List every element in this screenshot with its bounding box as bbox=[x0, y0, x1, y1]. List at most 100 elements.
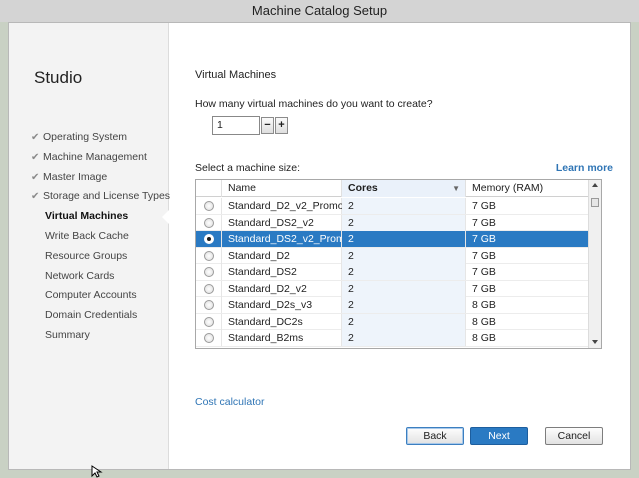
scroll-down-icon[interactable] bbox=[592, 340, 598, 344]
vm-count-input[interactable]: 1 bbox=[212, 116, 260, 135]
row-radio-cell[interactable] bbox=[196, 280, 222, 297]
row-radio-cell[interactable] bbox=[196, 313, 222, 330]
row-radio-cell[interactable] bbox=[196, 198, 222, 214]
sort-down-icon: ▼ bbox=[452, 184, 460, 193]
scroll-thumb[interactable] bbox=[591, 198, 599, 207]
header-memory[interactable]: Memory (RAM) bbox=[466, 180, 589, 197]
table-row[interactable]: Standard_DS2_v2_Promo 2 7 GB bbox=[196, 231, 589, 248]
cancel-button[interactable]: Cancel bbox=[545, 427, 603, 445]
machine-memory: 7 GB bbox=[472, 200, 496, 212]
machine-memory: 7 GB bbox=[472, 282, 496, 295]
checkmark-icon: ✔ bbox=[31, 151, 40, 163]
radio-button[interactable] bbox=[204, 333, 214, 343]
header-cores[interactable]: Cores ▼ bbox=[342, 180, 466, 197]
back-button[interactable]: Back bbox=[406, 427, 464, 445]
radio-button[interactable] bbox=[204, 316, 214, 327]
table-scrollbar[interactable] bbox=[588, 180, 601, 348]
table-row[interactable]: Standard_D2 2 7 GB bbox=[196, 247, 589, 264]
machine-name: Standard_DS2 bbox=[222, 264, 342, 280]
table-row[interactable]: Standard_D2_v2_Promo 2 7 GB bbox=[196, 198, 589, 215]
row-radio-cell[interactable] bbox=[196, 214, 222, 231]
table-row[interactable]: Standard_B2ms 2 8 GB bbox=[196, 330, 589, 347]
machine-memory: 8 GB bbox=[472, 332, 496, 344]
machine-name: Standard_DC2s bbox=[222, 313, 342, 330]
cost-calculator-link[interactable]: Cost calculator bbox=[195, 396, 295, 408]
header-radio-column bbox=[196, 180, 222, 197]
table-row[interactable]: Standard_DS2 2 7 GB bbox=[196, 264, 589, 281]
machine-name: Standard_DS2_v2_Promo bbox=[222, 231, 351, 247]
step-virtual-machines: Virtual Machines bbox=[45, 210, 129, 223]
header-cores-label: Cores bbox=[348, 182, 378, 194]
machine-size-label: Select a machine size: bbox=[195, 162, 301, 174]
table-row[interactable]: Standard_DS2_v2 2 7 GB bbox=[196, 214, 589, 231]
radio-button[interactable] bbox=[204, 267, 214, 277]
checkmark-icon: ✔ bbox=[31, 191, 40, 203]
radio-button[interactable] bbox=[204, 201, 214, 211]
step-master-image[interactable]: ✔ Master Image bbox=[31, 170, 170, 190]
table-row[interactable]: Standard_D2_v2 2 7 GB bbox=[196, 280, 589, 297]
checkmark-icon: ✔ bbox=[31, 132, 40, 143]
machine-cores: 2 bbox=[342, 264, 466, 280]
active-step-pointer-icon bbox=[162, 210, 169, 224]
wizard-sidebar: Studio ✔ Operating System ✔ Machine Manage… bbox=[9, 23, 170, 469]
machine-name: Standard_B2ms bbox=[222, 330, 342, 346]
machine-cores: 2 bbox=[342, 214, 466, 231]
machine-memory: 7 GB bbox=[472, 216, 496, 229]
decrement-button[interactable]: − bbox=[261, 117, 274, 134]
step-storage-license[interactable]: ✔ Storage and License Types bbox=[31, 189, 170, 209]
machine-memory: 7 GB bbox=[472, 266, 496, 278]
machine-cores: 2 bbox=[342, 247, 466, 264]
machine-cores: 2 bbox=[342, 198, 466, 214]
machine-memory: 8 GB bbox=[472, 299, 496, 311]
machine-name: Standard_D2_v2 bbox=[222, 280, 342, 297]
step-label: Master Image bbox=[43, 170, 108, 183]
radio-button[interactable] bbox=[204, 250, 214, 261]
wizard-steps: ✔ Operating System ✔ Machine Management ✔ M… bbox=[31, 130, 170, 348]
radio-button[interactable] bbox=[204, 300, 214, 310]
radio-button[interactable] bbox=[204, 217, 214, 228]
increment-button[interactable]: + bbox=[275, 117, 288, 134]
machine-cores: 2 bbox=[342, 313, 466, 330]
step-summary: Summary bbox=[45, 328, 90, 341]
step-domain-credentials: Domain Credentials bbox=[45, 309, 138, 322]
header-name[interactable]: Name bbox=[222, 180, 342, 197]
step-operating-system[interactable]: ✔ Operating System bbox=[31, 130, 170, 150]
row-radio-cell[interactable] bbox=[196, 247, 222, 264]
table-row[interactable]: Standard_D2s_v3 2 8 GB bbox=[196, 297, 589, 314]
row-radio-cell[interactable] bbox=[196, 231, 222, 247]
machine-cores: 2 bbox=[342, 330, 466, 346]
row-radio-cell[interactable] bbox=[196, 297, 222, 313]
machine-cores: 2 bbox=[342, 231, 466, 247]
machine-memory: 8 GB bbox=[472, 315, 496, 328]
step-network-cards: Network Cards bbox=[45, 269, 115, 282]
step-resource-groups: Resource Groups bbox=[45, 249, 128, 262]
machine-name: Standard_D2 bbox=[222, 247, 342, 264]
step-write-back-cache: Write Back Cache bbox=[45, 229, 129, 242]
step-label: Storage and License Types bbox=[43, 190, 171, 203]
sidebar-title: Studio bbox=[34, 68, 83, 87]
machine-cores: 2 bbox=[342, 280, 466, 297]
machine-name: Standard_DS2_v2 bbox=[222, 214, 342, 231]
next-button[interactable]: Next bbox=[470, 427, 528, 445]
machine-memory: 7 GB bbox=[472, 233, 496, 245]
table-header: Name Cores ▼ Memory (RAM) bbox=[196, 180, 589, 197]
row-radio-cell[interactable] bbox=[196, 330, 222, 346]
radio-button[interactable] bbox=[204, 234, 214, 244]
mouse-cursor-icon bbox=[91, 465, 103, 478]
step-machine-management[interactable]: ✔ Machine Management bbox=[31, 150, 170, 170]
vm-count-question: How many virtual machines do you want to… bbox=[195, 98, 433, 110]
scroll-up-icon[interactable] bbox=[592, 183, 598, 187]
machine-size-table: Name Cores ▼ Memory (RAM) Standard_D2_v2_… bbox=[195, 179, 602, 349]
machine-name: Standard_D2s_v3 bbox=[222, 297, 342, 313]
learn-more-link[interactable]: Learn more bbox=[553, 162, 613, 174]
machine-memory: 7 GB bbox=[472, 249, 496, 262]
step-label: Operating System bbox=[43, 131, 128, 143]
table-body: Standard_D2_v2_Promo 2 7 GB Standard_DS2_v2… bbox=[196, 198, 589, 347]
row-radio-cell[interactable] bbox=[196, 264, 222, 280]
radio-button[interactable] bbox=[204, 283, 214, 294]
step-label: Machine Management bbox=[43, 150, 147, 163]
checkmark-icon: ✔ bbox=[31, 171, 40, 183]
step-computer-accounts: Computer Accounts bbox=[45, 289, 137, 302]
table-row[interactable]: Standard_DC2s 2 8 GB bbox=[196, 313, 589, 330]
window-title: Machine Catalog Setup bbox=[0, 0, 639, 22]
